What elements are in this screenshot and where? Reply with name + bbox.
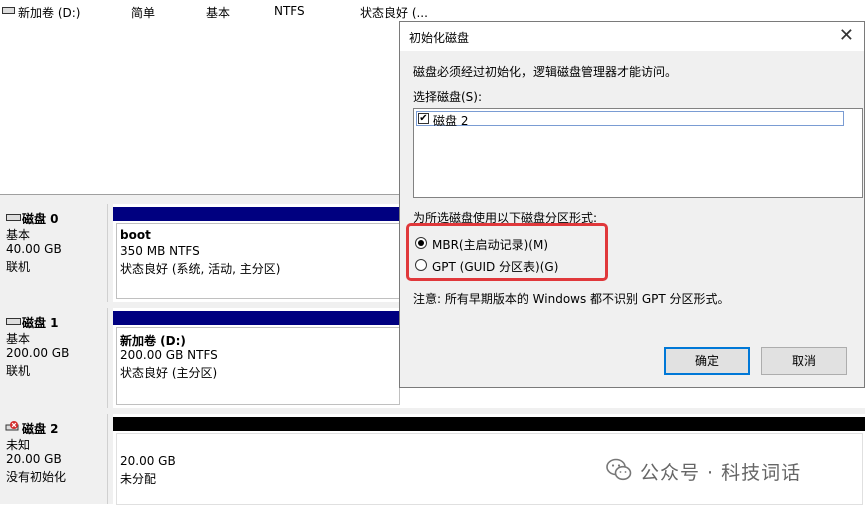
disk-icon	[6, 318, 21, 325]
disk-1-name: 磁盘 1	[22, 316, 59, 330]
unallocated-status: 未分配	[120, 472, 157, 486]
disk-0-label[interactable]: 磁盘 0 基本 40.00 GB 联机	[0, 204, 108, 302]
disk-2-type: 未知	[6, 438, 31, 452]
dialog-title: 初始化磁盘	[409, 31, 470, 45]
volume-filesystem: NTFS	[274, 4, 305, 18]
partition-title: boot	[120, 228, 151, 242]
volume-status: 状态良好 (...	[360, 6, 428, 20]
disk-1-state: 联机	[6, 364, 31, 378]
close-icon[interactable]: ✕	[839, 25, 854, 46]
unallocated-size: 20.00 GB	[120, 454, 176, 468]
disk-error-icon	[5, 421, 19, 431]
disk-1-size: 200.00 GB	[6, 346, 70, 360]
dialog-description: 磁盘必须经过初始化，逻辑磁盘管理器才能访问。	[413, 65, 678, 79]
disk-2-size: 20.00 GB	[6, 452, 62, 466]
disk-listbox[interactable]: ✔ 磁盘 2	[413, 108, 863, 198]
disk-0-state: 联机	[6, 260, 31, 274]
disk-2-state: 没有初始化	[6, 470, 67, 484]
drive-icon	[2, 7, 15, 14]
partition-status: 状态良好 (主分区)	[120, 366, 218, 380]
disk-0-type: 基本	[6, 228, 31, 242]
disk-0-size: 40.00 GB	[6, 242, 62, 256]
volume-type: 基本	[206, 6, 231, 20]
disk-2-unallocated-bar	[113, 417, 865, 431]
disk-2-name: 磁盘 2	[22, 422, 59, 436]
list-item-label: 磁盘 2	[433, 114, 469, 128]
disk-2-checkbox[interactable]: ✔	[418, 113, 429, 124]
volume-row[interactable]: 新加卷 (D:) 简单 基本 NTFS 状态良好 (...	[0, 0, 865, 22]
disk-icon	[6, 214, 21, 221]
partition-status: 状态良好 (系统, 活动, 主分区)	[120, 262, 281, 276]
dialog-titlebar[interactable]: 初始化磁盘 ✕	[400, 22, 864, 51]
ok-button[interactable]: 确定	[664, 347, 750, 375]
volume-name: 新加卷 (D:)	[18, 6, 81, 20]
disk-1-type: 基本	[6, 332, 31, 346]
wechat-icon	[606, 458, 632, 481]
disk-0-name: 磁盘 0	[22, 212, 59, 226]
partition-size: 200.00 GB NTFS	[120, 348, 218, 362]
select-disk-label: 选择磁盘(S):	[413, 90, 483, 104]
disk-1-label[interactable]: 磁盘 1 基本 200.00 GB 联机	[0, 308, 108, 408]
initialize-disk-dialog: 初始化磁盘 ✕ 磁盘必须经过初始化，逻辑磁盘管理器才能访问。 选择磁盘(S): …	[399, 21, 865, 388]
partition-title: 新加卷 (D:)	[120, 334, 186, 348]
red-highlight-annotation	[406, 223, 608, 281]
disk-2-label[interactable]: 磁盘 2 未知 20.00 GB 没有初始化	[0, 414, 108, 504]
watermark-text: 公众号 · 科技词话	[640, 462, 802, 484]
list-item-disk-2[interactable]: ✔ 磁盘 2	[416, 111, 844, 128]
dialog-note: 注意: 所有早期版本的 Windows 都不识别 GPT 分区形式。	[413, 292, 730, 306]
partition-d[interactable]: 新加卷 (D:) 200.00 GB NTFS 状态良好 (主分区)	[116, 327, 400, 405]
partition-size: 350 MB NTFS	[120, 244, 200, 258]
partition-boot[interactable]: boot 350 MB NTFS 状态良好 (系统, 活动, 主分区)	[116, 223, 400, 299]
cancel-button[interactable]: 取消	[761, 347, 847, 375]
volume-layout: 简单	[131, 6, 156, 20]
